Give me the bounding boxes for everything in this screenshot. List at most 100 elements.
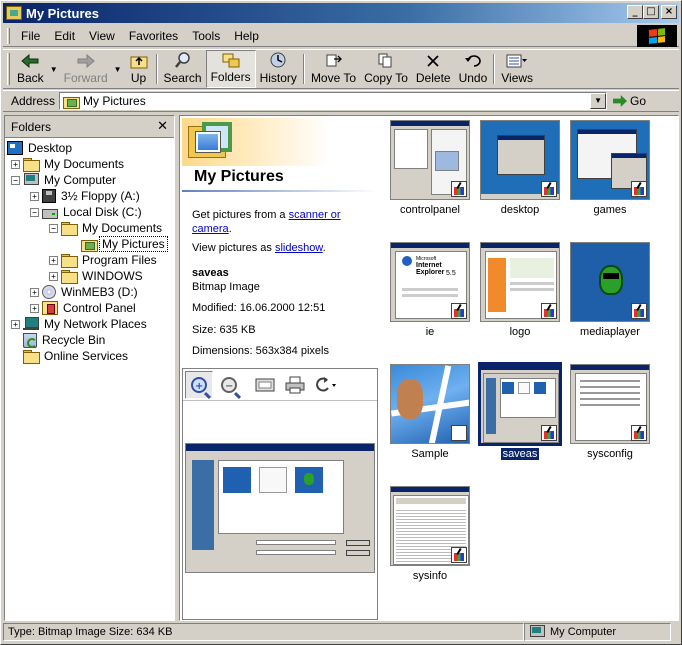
slideshow-suffix: . (322, 242, 326, 254)
thumbnail-label: saveas (499, 447, 541, 461)
up-button[interactable]: Up (124, 50, 154, 88)
menu-favorites[interactable]: Favorites (122, 29, 185, 43)
menu-edit[interactable]: Edit (47, 29, 82, 43)
folder-icon (61, 269, 78, 284)
toolbar-grip[interactable] (7, 53, 10, 85)
tree-item-floppy[interactable]: + 3½ Floppy (A:) (5, 188, 174, 204)
collapse-minus-icon[interactable]: − (30, 207, 39, 217)
tree-item-my-pictures[interactable]: My Pictures (5, 236, 174, 252)
delete-icon (422, 52, 444, 69)
tree-item-online-services[interactable]: Online Services (5, 348, 174, 364)
go-button[interactable]: Go (613, 94, 646, 108)
expand-plus-icon[interactable]: + (49, 271, 58, 281)
folders-button[interactable]: Folders (205, 50, 256, 88)
slideshow-link[interactable]: slideshow (275, 242, 323, 254)
expand-plus-icon[interactable]: + (49, 255, 58, 265)
control-panel-icon (42, 301, 58, 315)
tree-item-network-places[interactable]: + My Network Places (5, 316, 174, 332)
move-to-button[interactable]: Move To (307, 50, 360, 88)
thumbnail-text: 5.5 (446, 270, 456, 277)
thumbnail-label: ie (425, 326, 435, 338)
tree-item-local-disk[interactable]: − Local Disk (C:) (5, 204, 174, 220)
expand-plus-icon[interactable]: + (11, 159, 20, 169)
address-dropdown-icon[interactable]: ▼ (590, 93, 607, 109)
thumbnail-item[interactable]: controlpanel (384, 116, 474, 234)
go-arrow-icon (613, 95, 628, 107)
search-icon (172, 51, 194, 69)
tree-item-cd-drive[interactable]: + WinMEB3 (D:) (5, 284, 174, 300)
paint-image-icon (541, 425, 557, 441)
thumbnail-label: mediaplayer (580, 326, 640, 338)
expand-plus-icon[interactable]: + (30, 191, 39, 201)
minimize-button[interactable]: _ (627, 5, 643, 19)
pictures-folder-icon (6, 6, 22, 20)
print-button[interactable] (281, 371, 309, 399)
tree-item-windows[interactable]: + WINDOWS (5, 268, 174, 284)
folders-icon (220, 52, 242, 68)
back-button[interactable]: Back (13, 50, 48, 88)
history-button[interactable]: History (256, 50, 301, 88)
thumbnail-item[interactable]: sysinfo (384, 482, 474, 600)
delete-button[interactable]: Delete (412, 50, 455, 88)
close-pane-icon[interactable]: ✕ (157, 119, 168, 134)
paint-image-icon (541, 181, 557, 197)
thumbnail-item[interactable]: logo (474, 238, 564, 356)
tree-item-desktop[interactable]: Desktop (5, 140, 174, 156)
thumbnail-item[interactable]: Microsoft Internet Explorer 5.5 ie (384, 238, 474, 356)
forward-button[interactable]: Forward (60, 50, 112, 88)
thumbnail-label: Sample (411, 448, 449, 460)
thumbnail-item[interactable]: Sample (384, 360, 474, 478)
menu-grip[interactable] (7, 27, 10, 44)
status-bar: Type: Bitmap Image Size: 634 KB My Compu… (3, 623, 679, 643)
collapse-minus-icon[interactable]: − (49, 223, 58, 233)
menu-file[interactable]: File (14, 29, 47, 43)
tree-item-my-documents[interactable]: + My Documents (5, 156, 174, 172)
close-button[interactable]: × (661, 5, 677, 19)
views-label: Views (501, 71, 534, 85)
thumbnail-label: desktop (500, 204, 540, 216)
thumbnail-item[interactable]: mediaplayer (564, 238, 654, 356)
expand-plus-icon[interactable]: + (30, 287, 39, 297)
go-label: Go (630, 94, 647, 108)
address-input[interactable]: My Pictures ▼ (59, 92, 608, 110)
tree-item-my-documents-c[interactable]: − My Documents (5, 220, 174, 236)
tree-item-recycle-bin[interactable]: Recycle Bin (5, 332, 174, 348)
thumbnail-item[interactable]: desktop (474, 116, 564, 234)
selected-file-modified: Modified: 16.06.2000 12:51 (192, 302, 326, 314)
back-dropdown-icon[interactable]: ▼ (50, 65, 58, 74)
menu-tools[interactable]: Tools (185, 29, 227, 43)
title-bar[interactable]: My Pictures _ □ × (3, 3, 679, 23)
history-label: History (259, 71, 297, 85)
tree-item-my-computer[interactable]: − My Computer (5, 172, 174, 188)
tree-item-program-files[interactable]: + Program Files (5, 252, 174, 268)
folders-pane: Folders ✕ Desktop + My Documents − My Co… (4, 115, 175, 621)
zoom-out-button[interactable]: − (215, 371, 243, 399)
thumbnail-view: controlpanel desktop games Microsoft Int… (380, 116, 676, 620)
pictures-folder-icon (81, 238, 98, 252)
selected-file-type: Bitmap Image (192, 281, 260, 293)
image-preview-button[interactable] (251, 371, 279, 399)
paint-image-icon (451, 303, 467, 319)
menu-help[interactable]: Help (227, 29, 266, 43)
undo-button[interactable]: Undo (455, 50, 492, 88)
views-button[interactable]: Views (497, 50, 537, 88)
forward-dropdown-icon[interactable]: ▼ (114, 65, 122, 74)
thumbnail-image (480, 120, 560, 200)
collapse-minus-icon[interactable]: − (11, 175, 20, 185)
computer-icon (23, 173, 39, 187)
folder-icon (61, 253, 78, 268)
paint-image-icon (631, 425, 647, 441)
rotate-button[interactable] (311, 371, 339, 399)
thumbnail-item[interactable]: sysconfig (564, 360, 654, 478)
zoom-in-button[interactable]: + (185, 370, 213, 399)
expand-plus-icon[interactable]: + (11, 319, 20, 329)
search-button[interactable]: Search (160, 50, 206, 88)
thumbnail-item-selected[interactable]: saveas (474, 360, 564, 478)
menu-view[interactable]: View (82, 29, 122, 43)
tree-item-control-panel[interactable]: + Control Panel (5, 300, 174, 316)
thumbnail-item[interactable]: games (564, 116, 654, 234)
expand-plus-icon[interactable]: + (30, 303, 39, 313)
preview-toolbar: + − (183, 369, 377, 401)
copy-to-button[interactable]: Copy To (360, 50, 412, 88)
maximize-button[interactable]: □ (643, 5, 659, 19)
